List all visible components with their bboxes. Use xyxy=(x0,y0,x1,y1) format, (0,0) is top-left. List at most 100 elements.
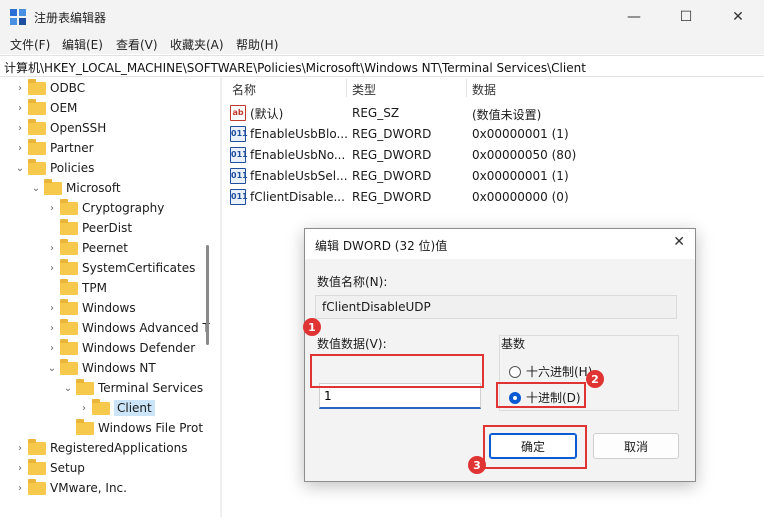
tree-item[interactable]: ⌄ Policies xyxy=(14,158,94,178)
column-header-name[interactable]: 名称 xyxy=(232,81,256,98)
folder-icon xyxy=(28,478,46,495)
chevron-right-icon[interactable]: › xyxy=(46,323,58,334)
tree-item[interactable]: ⌄ Windows NT xyxy=(46,358,156,378)
chevron-down-icon[interactable]: ⌄ xyxy=(46,363,58,374)
chevron-down-icon[interactable]: ⌄ xyxy=(30,183,42,194)
tree-item[interactable]: › OpenSSH xyxy=(14,118,106,138)
tree-item[interactable]: › Peernet xyxy=(46,238,128,258)
chevron-right-icon[interactable]: › xyxy=(78,403,90,414)
tree-item[interactable]: ⌄ Terminal Services xyxy=(62,378,203,398)
column-header-type[interactable]: 类型 xyxy=(352,81,376,98)
value-row[interactable]: 011 fEnableUsbSel... xyxy=(230,166,348,186)
chevron-right-icon[interactable]: › xyxy=(14,463,26,474)
folder-icon xyxy=(60,318,78,335)
value-data-label: 数值数据(V): xyxy=(317,337,387,351)
folder-icon xyxy=(60,258,78,275)
tree-item[interactable]: › Setup xyxy=(14,458,85,478)
tree-item[interactable]: › SystemCertificates xyxy=(46,258,195,278)
folder-icon xyxy=(76,378,94,395)
menu-favorites[interactable]: 收藏夹(A) xyxy=(170,36,224,53)
chevron-right-icon[interactable]: › xyxy=(46,243,58,254)
tree-item[interactable]: › Windows xyxy=(46,298,136,318)
chevron-right-icon[interactable]: › xyxy=(14,83,26,94)
folder-icon xyxy=(60,298,78,315)
folder-icon xyxy=(60,358,78,375)
value-row[interactable]: 011 fClientDisable... xyxy=(230,187,345,207)
value-row[interactable]: 011 fEnableUsbBlo... xyxy=(230,124,348,144)
highlight-decimal xyxy=(496,382,586,408)
menu-view[interactable]: 查看(V) xyxy=(116,36,158,53)
dialog-title: 编辑 DWORD (32 位)值 xyxy=(315,239,448,253)
value-name-field: fClientDisableUDP xyxy=(315,295,677,319)
radio-hexadecimal[interactable]: 十六进制(H) xyxy=(509,363,592,380)
tree-item[interactable]: › Cryptography xyxy=(46,198,164,218)
chevron-right-icon[interactable]: › xyxy=(46,203,58,214)
dialog-close-icon[interactable]: ✕ xyxy=(673,234,685,250)
tree-item[interactable]: › VMware, Inc. xyxy=(14,478,127,498)
string-value-icon: ab xyxy=(230,105,246,121)
chevron-right-icon[interactable]: › xyxy=(14,443,26,454)
maximize-button[interactable]: ☐ xyxy=(666,4,706,30)
tree-item[interactable]: ⌄ Microsoft xyxy=(30,178,121,198)
folder-icon xyxy=(28,438,46,455)
chevron-right-icon[interactable]: › xyxy=(46,303,58,314)
address-bar[interactable]: 计算机\HKEY_LOCAL_MACHINE\SOFTWARE\Policies… xyxy=(0,55,764,77)
pane-splitter[interactable] xyxy=(220,77,222,517)
scrollbar-thumb[interactable] xyxy=(206,245,209,345)
folder-icon xyxy=(60,238,78,255)
tree-item[interactable]: › Windows Defender xyxy=(46,338,195,358)
chevron-down-icon[interactable]: ⌄ xyxy=(14,163,26,174)
folder-icon xyxy=(60,218,78,235)
chevron-down-icon[interactable]: ⌄ xyxy=(62,383,74,394)
value-name-label: 数值名称(N): xyxy=(317,275,388,289)
highlight-value-data xyxy=(310,354,484,388)
tree-item[interactable]: › OEM xyxy=(14,98,77,118)
close-button[interactable]: ✕ xyxy=(718,4,758,30)
folder-icon xyxy=(76,418,94,435)
folder-icon xyxy=(28,78,46,95)
cancel-button[interactable]: 取消 xyxy=(593,433,679,459)
tree-item[interactable]: › Windows Advanced T xyxy=(46,318,210,338)
highlight-ok-button xyxy=(483,425,587,469)
tree-item[interactable]: PeerDist xyxy=(46,218,132,238)
chevron-right-icon[interactable]: › xyxy=(14,483,26,494)
registry-tree: › ODBC › OEM › OpenSSH › Partner ⌄ Policies ⌄… xyxy=(0,77,218,517)
tree-item[interactable]: › RegisteredApplications xyxy=(14,438,187,458)
title-bar: 注册表编辑器 — ☐ ✕ xyxy=(0,0,764,34)
menu-file[interactable]: 文件(F) xyxy=(10,36,50,53)
value-row[interactable]: 011 fEnableUsbNo... xyxy=(230,145,345,165)
folder-icon xyxy=(44,178,62,195)
tree-item-selected[interactable]: › Client xyxy=(78,398,155,418)
chevron-right-icon[interactable]: › xyxy=(14,123,26,134)
tree-item[interactable]: › Partner xyxy=(14,138,94,158)
value-row[interactable]: ab (默认) xyxy=(230,103,283,123)
menu-help[interactable]: 帮助(H) xyxy=(236,36,278,53)
minimize-icon: — xyxy=(627,9,641,25)
column-header-data[interactable]: 数据 xyxy=(472,81,496,98)
chevron-right-icon[interactable]: › xyxy=(14,143,26,154)
regedit-icon xyxy=(10,9,26,25)
dword-value-icon: 011 xyxy=(230,189,248,205)
tree-item[interactable]: › ODBC xyxy=(14,78,85,98)
close-icon: ✕ xyxy=(732,9,744,25)
minimize-button[interactable]: — xyxy=(614,4,654,30)
menu-edit[interactable]: 编辑(E) xyxy=(62,36,103,53)
dword-value-icon: 011 xyxy=(230,147,248,163)
step-badge-3: 3 xyxy=(468,456,486,474)
dword-value-icon: 011 xyxy=(230,168,248,184)
address-path: 计算机\HKEY_LOCAL_MACHINE\SOFTWARE\Policies… xyxy=(4,61,586,75)
folder-icon xyxy=(92,398,110,415)
radio-unchecked-icon xyxy=(509,365,521,378)
folder-icon xyxy=(28,458,46,475)
step-badge-1: 1 xyxy=(303,318,321,336)
tree-item[interactable]: TPM xyxy=(46,278,107,298)
folder-icon xyxy=(28,158,46,175)
chevron-right-icon[interactable]: › xyxy=(14,103,26,114)
folder-icon xyxy=(28,138,46,155)
folder-icon xyxy=(28,98,46,115)
folder-icon xyxy=(60,198,78,215)
chevron-right-icon[interactable]: › xyxy=(46,343,58,354)
tree-scrollbar[interactable] xyxy=(205,85,210,505)
tree-item[interactable]: Windows File Prot xyxy=(62,418,203,438)
chevron-right-icon[interactable]: › xyxy=(46,263,58,274)
